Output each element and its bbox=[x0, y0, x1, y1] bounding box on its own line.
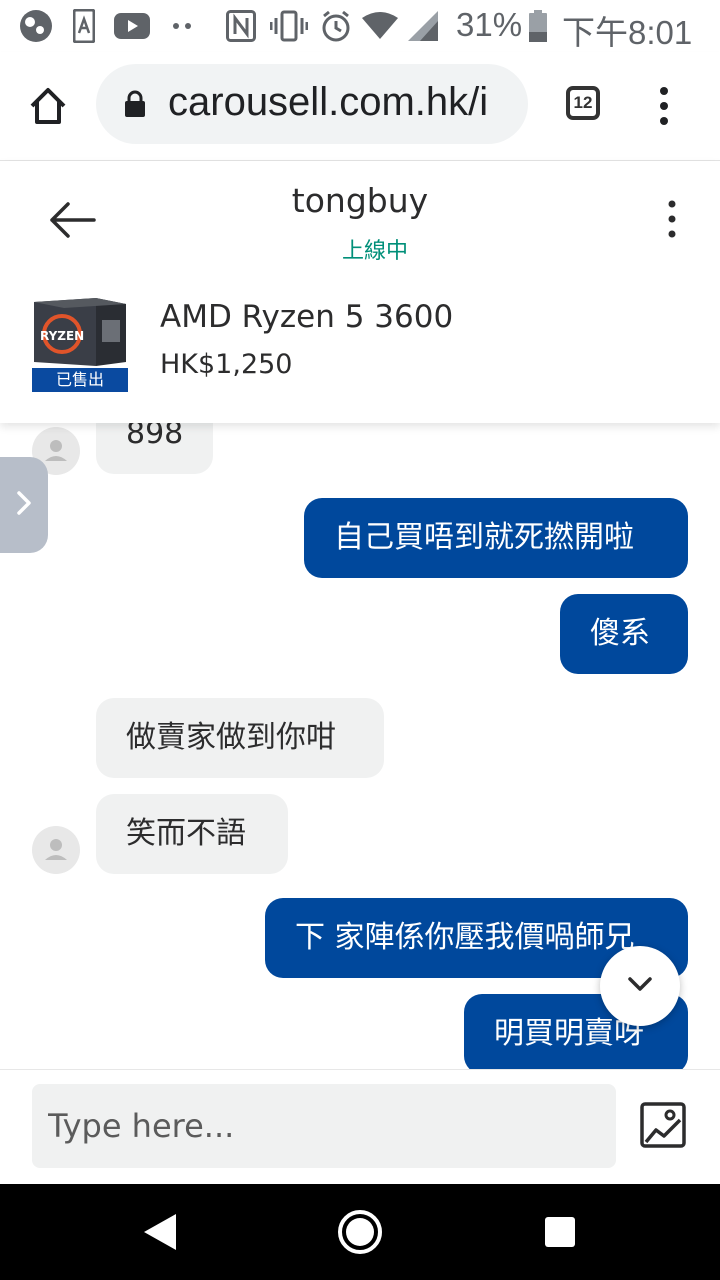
message-bubble-incoming: 898 bbox=[96, 423, 213, 474]
ryzen-logo-text: RYZEN bbox=[40, 329, 84, 343]
home-circle-icon[interactable] bbox=[337, 1209, 383, 1255]
chevron-down-icon bbox=[627, 976, 653, 996]
wifi-icon bbox=[362, 8, 398, 44]
lock-icon bbox=[124, 90, 146, 118]
browser-toolbar: carousell.com.hk/i 12 bbox=[0, 52, 720, 161]
recents-square-icon[interactable] bbox=[544, 1216, 576, 1248]
status-bar: 31% 下午8:01 bbox=[0, 0, 720, 52]
alarm-icon bbox=[320, 8, 352, 44]
url-text: carousell.com.hk/i bbox=[168, 80, 489, 124]
scroll-to-bottom-button[interactable] bbox=[600, 946, 680, 1026]
overflow-menu-icon[interactable] bbox=[664, 199, 680, 239]
tab-count: 12 bbox=[573, 93, 593, 112]
youtube-icon bbox=[114, 8, 150, 44]
message-bubble-incoming: 笑而不語 bbox=[96, 794, 288, 874]
system-nav-bar bbox=[0, 1184, 720, 1280]
app-icon bbox=[16, 8, 56, 44]
online-status: 上線中 bbox=[341, 239, 408, 264]
more-dots-icon bbox=[170, 8, 194, 44]
menu-icon[interactable] bbox=[656, 86, 672, 126]
side-drawer-tab[interactable] bbox=[0, 457, 48, 553]
message-input[interactable] bbox=[32, 1084, 616, 1168]
nfc-icon bbox=[226, 8, 256, 44]
message-composer bbox=[0, 1069, 720, 1185]
message-bubble-incoming: 做賣家做到你咁 bbox=[96, 698, 384, 778]
clock: 下午8:01 bbox=[562, 14, 693, 51]
tab-switcher-icon[interactable]: 12 bbox=[566, 86, 600, 120]
back-triangle-icon[interactable] bbox=[142, 1212, 178, 1252]
product-thumbnail[interactable]: RYZEN 已售出 bbox=[32, 296, 128, 392]
chevron-right-icon bbox=[16, 490, 32, 520]
home-icon[interactable] bbox=[28, 86, 68, 126]
chat-username[interactable]: tongbuy bbox=[0, 181, 720, 220]
image-upload-icon[interactable] bbox=[640, 1102, 688, 1150]
vibrate-icon bbox=[270, 8, 308, 44]
chat-header: tongbuy 上線中 RYZEN 已售出 AMD Ryzen 5 3600 H… bbox=[0, 161, 720, 423]
product-image: RYZEN bbox=[32, 296, 128, 368]
signal-icon bbox=[408, 8, 440, 44]
sold-badge: 已售出 bbox=[32, 368, 128, 392]
avatar bbox=[32, 826, 80, 874]
battery-percent: 31% bbox=[456, 6, 523, 43]
product-price: HK$1,250 bbox=[160, 349, 293, 380]
message-bubble-outgoing: 傻系 bbox=[560, 594, 688, 674]
message-bubble-outgoing: 自己買唔到就死撚開啦 bbox=[304, 498, 688, 578]
battery-icon bbox=[528, 8, 548, 44]
android-icon bbox=[72, 8, 96, 44]
url-bar[interactable]: carousell.com.hk/i bbox=[96, 64, 528, 144]
product-title[interactable]: AMD Ryzen 5 3600 bbox=[160, 299, 453, 335]
